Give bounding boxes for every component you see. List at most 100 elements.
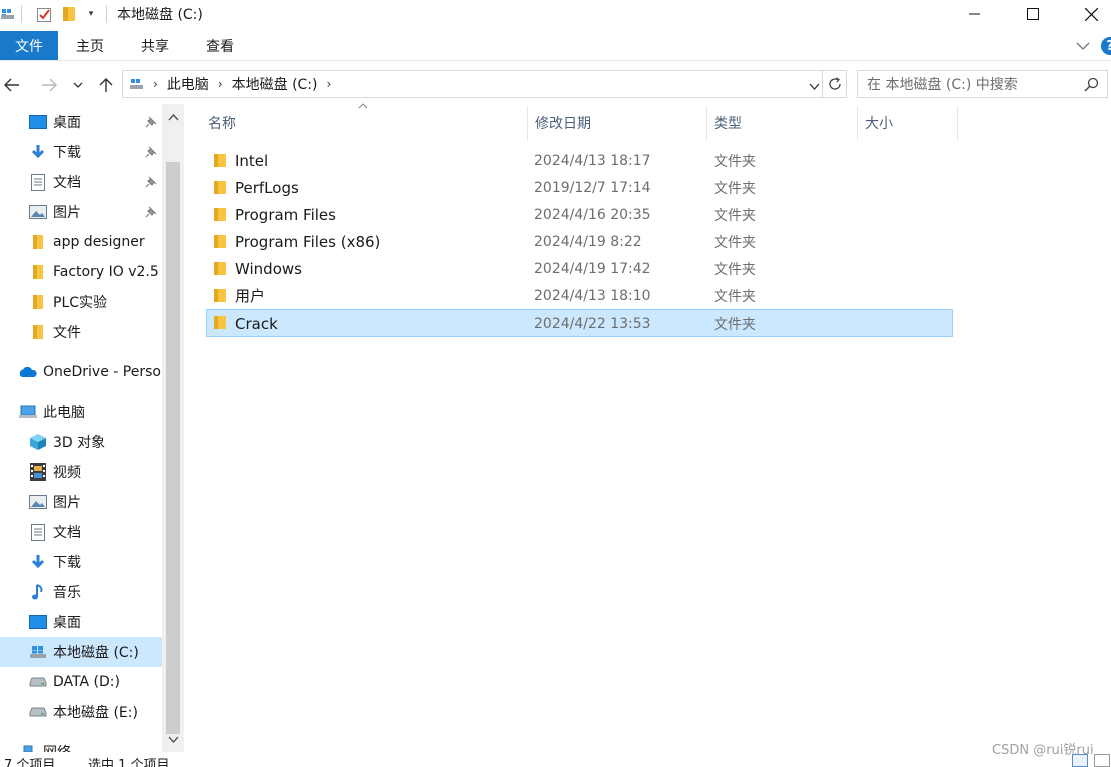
breadcrumb-drive-c[interactable]: 本地磁盘 (C:) xyxy=(232,74,318,94)
drive-icon xyxy=(28,673,48,691)
nav-item-this-pc[interactable]: 此电脑 xyxy=(0,397,162,427)
tab-share[interactable]: 共享 xyxy=(127,31,183,60)
recent-locations-chevron-icon[interactable] xyxy=(68,72,88,98)
column-header-size[interactable]: 大小 xyxy=(865,106,957,140)
this-pc-address-icon xyxy=(127,75,147,93)
column-header-type[interactable]: 类型 xyxy=(714,106,856,140)
music-icon xyxy=(28,583,48,601)
nav-item-documents[interactable]: 文档 xyxy=(0,167,162,197)
file-date: 2024/4/19 17:42 xyxy=(534,260,651,277)
pin-icon[interactable] xyxy=(144,115,158,129)
file-date: 2024/4/13 18:10 xyxy=(534,287,651,304)
file-row[interactable]: Intel 2024/4/13 18:17 文件夹 xyxy=(206,147,953,174)
desktop-icon xyxy=(28,613,48,631)
tab-file[interactable]: 文件 xyxy=(0,31,58,60)
large-icons-view-button[interactable] xyxy=(1094,754,1110,767)
help-button[interactable]: ? xyxy=(1101,37,1111,55)
column-divider[interactable] xyxy=(706,106,707,140)
breadcrumb-chevron-icon[interactable]: › xyxy=(218,77,223,91)
file-row-selected[interactable]: Crack 2024/4/22 13:53 文件夹 xyxy=(206,309,953,337)
nav-item-app-designer[interactable]: app designer xyxy=(0,227,162,257)
file-type: 文件夹 xyxy=(714,180,756,197)
scroll-down-arrow-icon[interactable] xyxy=(162,730,184,748)
nav-item-documents-pc[interactable]: 文档 xyxy=(0,517,162,547)
search-placeholder: 在 本地磁盘 (C:) 中搜索 xyxy=(867,77,1018,93)
nav-item-drive-e[interactable]: 本地磁盘 (E:) xyxy=(0,697,162,727)
nav-item-factory-io[interactable]: Factory IO v2.5 xyxy=(0,257,162,287)
pin-icon[interactable] xyxy=(144,145,158,159)
file-name: Windows xyxy=(235,259,302,278)
tab-home[interactable]: 主页 xyxy=(62,31,118,60)
title-bar: ▾ 本地磁盘 (C:) xyxy=(0,0,1111,28)
details-view-button[interactable] xyxy=(1072,754,1088,767)
maximize-button[interactable] xyxy=(1010,0,1056,28)
folder-icon xyxy=(213,207,227,222)
system-drive-icon xyxy=(28,643,48,661)
back-button[interactable] xyxy=(0,72,24,98)
drive-app-icon xyxy=(0,5,16,23)
minimize-button[interactable] xyxy=(952,0,998,28)
folder-icon xyxy=(213,180,227,195)
breadcrumb-chevron-icon[interactable]: › xyxy=(327,77,332,91)
file-name: Program Files xyxy=(235,205,336,224)
ribbon: 文件 主页 共享 查看 ? xyxy=(0,31,1111,60)
pin-icon[interactable] xyxy=(144,205,158,219)
column-divider[interactable] xyxy=(857,106,858,140)
file-name: Crack xyxy=(235,314,278,333)
nav-item-3d-objects[interactable]: 3D 对象 xyxy=(0,427,162,457)
column-divider[interactable] xyxy=(527,106,528,140)
nav-item-pictures[interactable]: 图片 xyxy=(0,197,162,227)
onedrive-cloud-icon xyxy=(17,363,39,381)
column-header-date[interactable]: 修改日期 xyxy=(535,106,705,140)
nav-item-plc-lab[interactable]: PLC实验 xyxy=(0,287,162,317)
file-row[interactable]: PerfLogs 2019/12/7 17:14 文件夹 xyxy=(206,174,953,201)
properties-icon[interactable] xyxy=(35,5,53,23)
customize-toolbar-chevron-icon[interactable]: ▾ xyxy=(84,5,98,23)
pin-icon[interactable] xyxy=(144,175,158,189)
scroll-up-arrow-icon[interactable] xyxy=(162,108,184,126)
nav-item-desktop[interactable]: 桌面 xyxy=(0,107,162,137)
new-folder-icon[interactable] xyxy=(61,5,77,23)
close-button[interactable] xyxy=(1068,0,1111,28)
nav-item-onedrive[interactable]: OneDrive - Perso xyxy=(0,357,162,387)
nav-item-videos[interactable]: 视频 xyxy=(0,457,162,487)
nav-item-downloads-pc[interactable]: 下载 xyxy=(0,547,162,577)
folder-icon xyxy=(213,261,227,276)
file-row[interactable]: Windows 2024/4/19 17:42 文件夹 xyxy=(206,255,953,282)
column-divider[interactable] xyxy=(957,106,958,140)
tab-view[interactable]: 查看 xyxy=(192,31,248,60)
refresh-button[interactable] xyxy=(823,70,847,98)
forward-button[interactable] xyxy=(37,72,61,98)
nav-item-drive-d[interactable]: DATA (D:) xyxy=(0,667,162,697)
file-row[interactable]: 用户 2024/4/13 18:10 文件夹 xyxy=(206,282,953,309)
computer-icon xyxy=(17,403,39,421)
nav-item-drive-c[interactable]: 本地磁盘 (C:) xyxy=(0,637,162,667)
address-bar[interactable]: › 此电脑 › 本地磁盘 (C:) › xyxy=(122,70,823,98)
nav-scrollbar[interactable] xyxy=(162,104,184,752)
download-icon xyxy=(28,553,48,571)
nav-item-files[interactable]: 文件 xyxy=(0,317,162,347)
breadcrumb-this-pc[interactable]: 此电脑 xyxy=(167,74,209,94)
file-date: 2019/12/7 17:14 xyxy=(534,179,651,196)
folder-icon xyxy=(28,263,48,281)
selection-count: 选中 1 个项目 xyxy=(88,758,170,767)
nav-item-music[interactable]: 音乐 xyxy=(0,577,162,607)
nav-item-network[interactable]: 网络 xyxy=(0,737,162,752)
up-button[interactable] xyxy=(94,72,118,98)
network-icon xyxy=(17,743,39,752)
search-input[interactable]: 在 本地磁盘 (C:) 中搜索 xyxy=(857,70,1108,98)
breadcrumb-chevron-icon[interactable]: › xyxy=(153,77,158,91)
nav-item-downloads[interactable]: 下载 xyxy=(0,137,162,167)
nav-item-pictures-pc[interactable]: 图片 xyxy=(0,487,162,517)
file-name: Program Files (x86) xyxy=(235,232,381,251)
file-type: 文件夹 xyxy=(714,207,756,224)
address-dropdown-chevron-icon[interactable] xyxy=(809,79,820,95)
column-header-name[interactable]: 名称 xyxy=(208,106,526,140)
nav-scrollbar-thumb[interactable] xyxy=(166,162,180,734)
file-row[interactable]: Program Files 2024/4/16 20:35 文件夹 xyxy=(206,201,953,228)
file-row[interactable]: Program Files (x86) 2024/4/19 8:22 文件夹 xyxy=(206,228,953,255)
expand-ribbon-chevron-icon[interactable] xyxy=(1075,38,1091,54)
file-date: 2024/4/22 13:53 xyxy=(534,315,651,332)
nav-item-desktop-pc[interactable]: 桌面 xyxy=(0,607,162,637)
search-icon[interactable] xyxy=(1084,77,1099,96)
